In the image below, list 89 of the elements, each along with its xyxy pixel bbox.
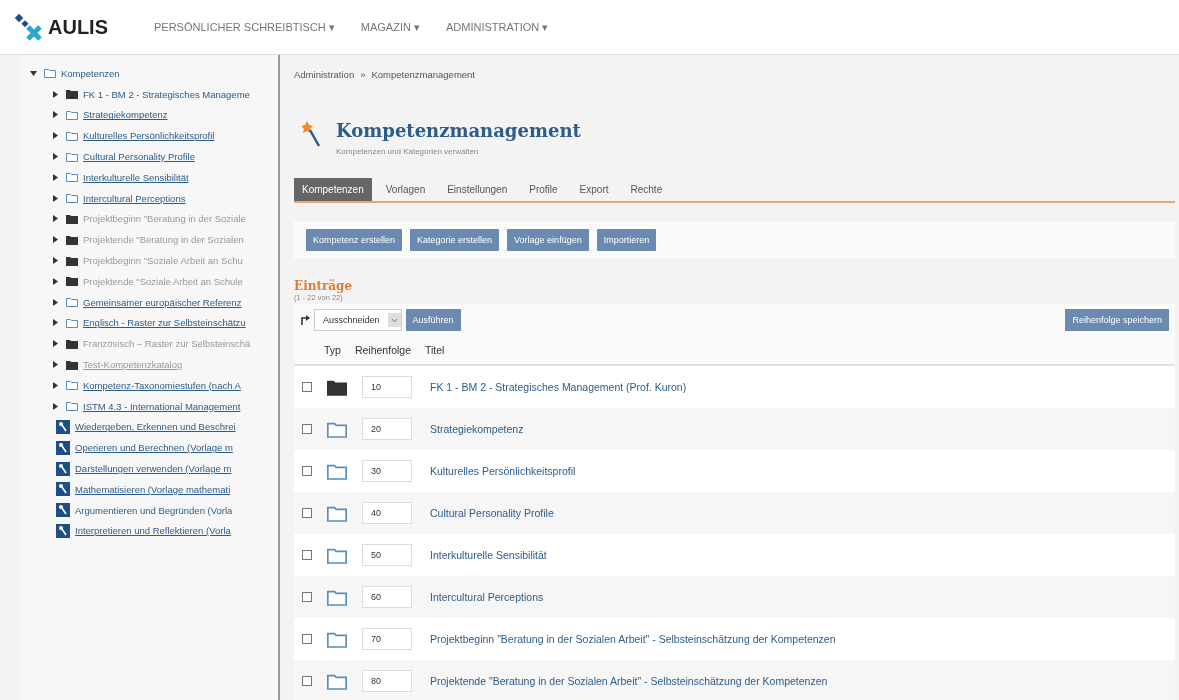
tab[interactable]: Rechte	[622, 178, 671, 201]
column-header: Titel	[425, 344, 445, 356]
expand-toggle-icon[interactable]	[52, 90, 59, 98]
logo-icon	[14, 13, 44, 41]
expand-toggle-icon[interactable]	[52, 381, 59, 389]
tree-item[interactable]: Intercultural Perceptions	[83, 192, 186, 204]
tree-item[interactable]: Darstellungen verwenden (Vorlage m	[75, 463, 232, 475]
tab[interactable]: Export	[571, 178, 617, 201]
tab[interactable]: Einstellungen	[439, 178, 516, 201]
order-field[interactable]: 20	[362, 418, 412, 440]
column-header: Reihenfolge	[354, 344, 411, 356]
expand-toggle-icon[interactable]	[52, 402, 59, 410]
expand-toggle-icon[interactable]	[52, 257, 59, 265]
tree-item[interactable]: Argumentieren und Begründen (Vorla	[75, 504, 233, 516]
section-title: Einträge	[294, 279, 354, 293]
action-select[interactable]: Ausschneiden	[314, 309, 402, 331]
tree-item[interactable]: Mathematisieren (Vorlage mathemati	[75, 483, 231, 495]
row-checkbox[interactable]	[302, 466, 312, 476]
expand-toggle-icon[interactable]	[52, 132, 59, 140]
breadcrumb-link[interactable]: Kompetenzmanagement	[371, 69, 475, 80]
breadcrumb-separator: »	[360, 69, 366, 80]
page-title: Kompetenzmanagement	[336, 120, 581, 141]
row-checkbox[interactable]	[302, 424, 312, 434]
expand-toggle-icon[interactable]	[52, 153, 59, 161]
toolbar-button[interactable]: Vorlage einfügen	[507, 229, 589, 251]
dropdown-caret-icon	[387, 313, 401, 327]
tree-item[interactable]: Strategiekompetenz	[83, 109, 168, 121]
tree-item[interactable]: Kulturelles Persönlichkeitsprofil	[83, 130, 215, 142]
tree-item[interactable]: Interpretieren und Reflektieren (Vorla	[75, 525, 231, 537]
row-title[interactable]: Interkulturelle Sensibilität	[430, 549, 547, 561]
row-title[interactable]: FK 1 - BM 2 - Strategisches Management (Prof. Kuron)	[430, 381, 687, 393]
expand-toggle-icon[interactable]	[52, 319, 59, 327]
row-title[interactable]: Intercultural Perceptions	[430, 591, 544, 603]
order-field[interactable]: 10	[362, 376, 412, 398]
page-subtitle: Kompetenzen und Kategorien verwalten	[336, 147, 480, 156]
row-title[interactable]: Projektende "Beratung in der Sozialen Arbeit" - Selbsteinschätzung der Kompetenzen	[430, 675, 828, 687]
order-field[interactable]: 50	[362, 544, 412, 566]
tree-item[interactable]: ISTM 4.3 - International Management	[83, 400, 241, 412]
logo-text: AULIS	[48, 15, 108, 39]
breadcrumb-link[interactable]: Administration	[294, 69, 355, 80]
order-field[interactable]: 80	[362, 670, 412, 692]
expand-toggle-icon[interactable]	[52, 194, 59, 202]
order-field[interactable]: 60	[362, 586, 412, 608]
expand-toggle-icon[interactable]	[52, 236, 59, 244]
tree-item[interactable]: Interkulturelle Sensibilität	[83, 171, 189, 183]
row-checkbox[interactable]	[302, 508, 312, 518]
expand-toggle-icon[interactable]	[52, 173, 59, 181]
row-title[interactable]: Cultural Personality Profile	[430, 507, 554, 519]
tree-item[interactable]: Kompetenzen	[61, 67, 120, 79]
row-checkbox[interactable]	[302, 676, 312, 686]
tree-item[interactable]: Kompetenz-Taxonomiestufen (nach A	[83, 379, 241, 391]
order-field[interactable]: 30	[362, 460, 412, 482]
tree-item[interactable]: Cultural Personality Profile	[83, 151, 195, 163]
execute-button[interactable]: Ausführen	[405, 309, 461, 331]
column-header: Typ	[324, 344, 341, 356]
expand-toggle-icon[interactable]	[52, 111, 59, 119]
expand-toggle-icon[interactable]	[52, 340, 59, 348]
row-title[interactable]: Kulturelles Persönlichkeitsprofil	[430, 465, 576, 477]
row-checkbox[interactable]	[302, 634, 312, 644]
tab[interactable]: Profile	[521, 178, 566, 201]
expand-toggle-icon[interactable]	[52, 277, 59, 285]
toolbar-button[interactable]: Kategorie erstellen	[410, 229, 500, 251]
row-title[interactable]: Strategiekompetenz	[430, 423, 524, 435]
row-checkbox[interactable]	[302, 592, 312, 602]
tree-item[interactable]: Operieren und Berechnen (Vorlage m	[75, 442, 233, 454]
tab[interactable]: Vorlagen	[377, 178, 434, 201]
tab[interactable]: Kompetenzen	[294, 178, 372, 201]
tree-item[interactable]: Wiedergeben, Erkennen und Beschrei	[75, 421, 236, 433]
nav-menu[interactable]: PERSÖNLICHER SCHREIBTISCH ▾	[154, 20, 335, 34]
nav-menu[interactable]: MAGAZIN ▾	[360, 20, 420, 34]
row-checkbox[interactable]	[302, 382, 312, 392]
order-field[interactable]: 70	[362, 628, 412, 650]
toolbar-button[interactable]: Importieren	[596, 229, 657, 251]
expand-toggle-icon[interactable]	[30, 69, 37, 77]
order-field[interactable]: 40	[362, 502, 412, 524]
nav-menu[interactable]: ADMINISTRATION ▾	[446, 20, 549, 34]
row-checkbox[interactable]	[302, 550, 312, 560]
tree-item[interactable]: FK 1 - BM 2 - Strategisches Manageme	[83, 88, 250, 100]
tree-item[interactable]: Englisch - Raster zur Selbsteinschätzu	[83, 317, 246, 329]
expand-toggle-icon[interactable]	[52, 215, 59, 223]
row-title[interactable]: Projektbeginn "Beratung in der Sozialen Arbeit" - Selbsteinschätzung der Kompetenzen	[430, 633, 836, 645]
wand-icon	[302, 120, 322, 148]
folder-icon	[44, 68, 56, 79]
toolbar-button[interactable]: Kompetenz erstellen	[306, 229, 403, 251]
expand-toggle-icon[interactable]	[52, 361, 59, 369]
expand-toggle-icon[interactable]	[52, 298, 59, 306]
tree-item[interactable]: Gemeinsamer europäischer Referenz	[83, 296, 242, 308]
save-order-button[interactable]: Reihenfolge speichern	[1065, 309, 1169, 331]
corner-arrow-icon	[300, 315, 310, 325]
